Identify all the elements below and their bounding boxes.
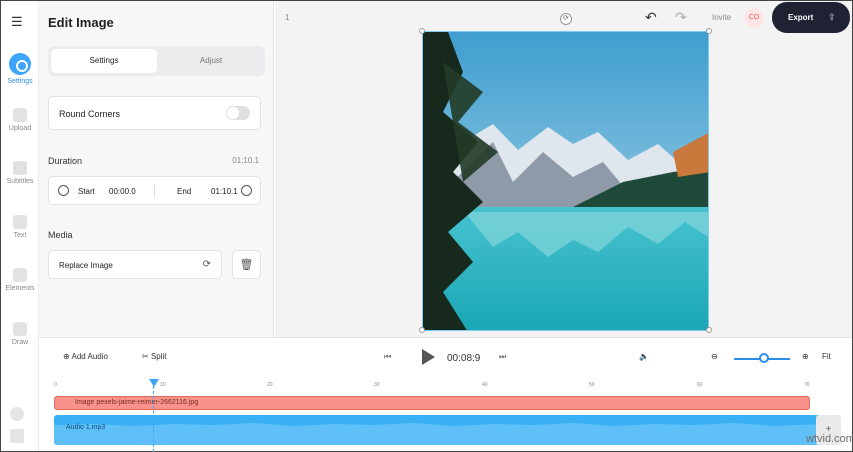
keyboard-icon[interactable] [10,429,24,443]
panel-tabs: Settings Adjust [48,46,265,76]
resize-handle[interactable] [419,28,425,34]
start-label: Start [78,187,95,196]
end-time-input[interactable]: 01:10.1 [211,187,238,196]
resize-handle[interactable] [706,28,712,34]
timeline: ⊕ Add Audio ✂ Split ⏮ 00:08:9 ⏭ 🔈 ⊖ ⊕ Fi… [39,337,853,452]
upload-icon: ⇪ [828,12,836,22]
audio-waveform [54,423,824,445]
rewind-icon[interactable]: ⏮ [384,352,391,362]
zoom-out-icon[interactable]: ⊖ [711,352,718,361]
avatar[interactable]: CO [744,8,764,28]
current-time: 00:08:9 [447,353,481,364]
audio-track[interactable]: Audio 1.mp3 [54,415,824,445]
ruler-tick: 20 [267,382,273,388]
delete-button[interactable]: 🗑 [232,250,261,279]
plus-circle-icon: ⊕ [63,352,70,361]
rail-item-upload[interactable]: Upload [1,108,39,132]
hamburger-menu-icon[interactable]: ☰ [11,14,23,30]
left-rail: ☰ Settings Upload Subtitles Text Element… [1,1,39,451]
export-button[interactable]: Export ⇪ [772,2,850,33]
start-time-input[interactable]: 00:00.0 [109,187,136,196]
rail-item-label: Settings [7,78,33,85]
split-button[interactable]: ✂ Split [142,352,167,361]
replace-image-label: Replace Image [59,261,113,270]
help-icon[interactable] [10,407,24,421]
watermark: wtvid.com [806,433,853,445]
rail-item-settings[interactable]: Settings [1,53,39,85]
rail-item-label: Elements [5,285,35,292]
timeline-ruler[interactable]: 0 10 20 30 40 50 60 70 [54,382,814,392]
replace-image-button[interactable]: Replace Image ⟳ [48,250,222,279]
add-audio-label: Add Audio [71,352,108,361]
rail-item-text[interactable]: Text [1,215,39,239]
elements-icon [13,268,27,282]
forward-icon[interactable]: ⏭ [499,352,506,362]
text-icon [13,215,27,229]
duration-row: Start 00:00.0 End 01:10.1 [48,176,261,205]
resize-handle[interactable] [419,327,425,333]
export-label: Export [788,13,814,22]
canvas-area: 1 ↶ ↷ Invite CO Export ⇪ ⟳ [275,1,852,337]
ruler-tick: 0 [54,382,57,388]
round-corners-label: Round Corners [59,109,121,119]
rail-item-label: Text [13,232,27,239]
rail-item-label: Upload [8,125,32,132]
rail-item-elements[interactable]: Elements [1,268,39,292]
rail-item-subtitles[interactable]: Subtitles [1,161,39,185]
audio-track-label: Audio 1.mp3 [66,424,106,431]
add-audio-button[interactable]: ⊕ Add Audio [63,352,108,361]
fit-button[interactable]: Fit [822,352,831,361]
lake-mountain-photo [423,32,708,330]
zoom-slider-handle[interactable] [759,353,769,363]
duration-value: 01:10.1 [232,156,259,165]
play-icon[interactable] [422,349,435,365]
settings-icon [9,53,31,75]
clock-icon [58,185,69,196]
subtitles-icon [13,161,27,175]
ruler-tick: 60 [697,382,703,388]
ruler-tick: 40 [482,382,488,388]
image-track-label: Image pexels-jaime-reimer-2662116.jpg [75,399,199,406]
tab-adjust[interactable]: Adjust [158,49,264,73]
trash-icon: 🗑 [239,259,254,271]
rotate-handle-icon[interactable]: ⟳ [560,13,572,25]
sync-icon: ⟳ [202,259,211,270]
end-label: End [177,187,192,196]
panel-title: Edit Image [48,15,114,30]
ruler-tick: 70 [804,382,810,388]
image-preview[interactable] [422,31,709,331]
divider [154,185,155,198]
upload-icon [13,108,27,122]
split-label: Split [150,352,167,361]
image-track[interactable]: Image pexels-jaime-reimer-2662116.jpg [54,396,810,410]
ruler-tick: 10 [160,382,166,388]
rail-item-draw[interactable]: Draw [1,322,39,346]
invite-link[interactable]: Invite [712,13,731,22]
tab-settings[interactable]: Settings [51,49,157,73]
rail-item-label: Subtitles [6,178,34,185]
round-corners-toggle[interactable] [226,106,250,120]
round-corners-row: Round Corners [48,96,261,130]
edit-panel: Edit Image Settings Adjust Round Corners… [39,1,274,337]
zoom-in-icon[interactable]: ⊕ [802,352,809,361]
redo-icon[interactable]: ↷ [675,9,687,26]
playhead-line [153,386,154,452]
ruler-tick: 30 [374,382,380,388]
rail-item-label: Draw [11,339,29,346]
undo-icon[interactable]: ↶ [645,9,657,26]
clock-icon [241,185,252,196]
media-label: Media [48,230,73,240]
scissors-icon: ✂ [142,352,149,361]
ruler-tick: 50 [589,382,595,388]
duration-label: Duration [48,156,83,166]
page-number: 1 [285,13,290,22]
resize-handle[interactable] [706,327,712,333]
draw-icon [13,322,27,336]
volume-icon[interactable]: 🔈 [639,352,649,361]
